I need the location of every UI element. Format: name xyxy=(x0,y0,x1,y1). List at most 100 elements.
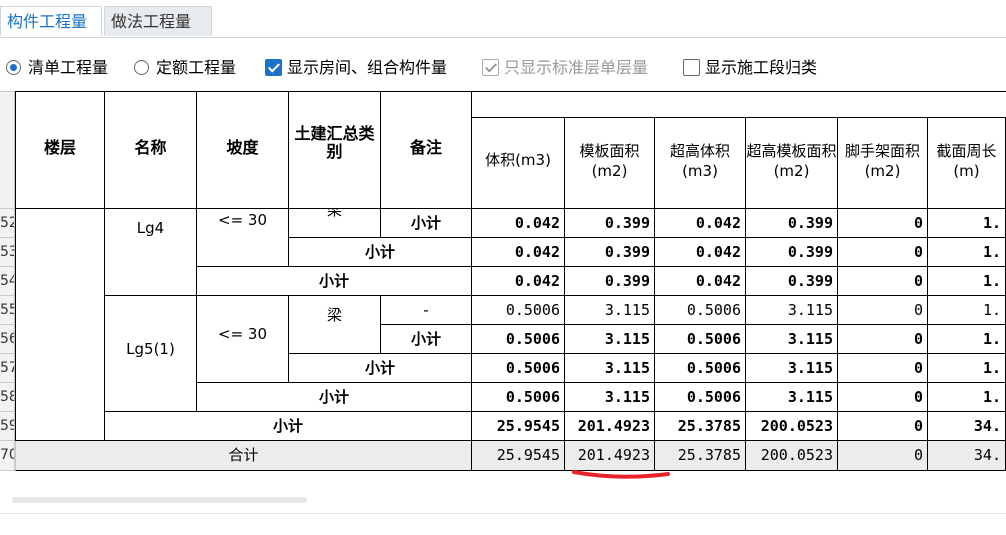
row-number: 59 xyxy=(0,412,15,441)
cell-over-volume: 0.5006 xyxy=(655,296,746,325)
cell-subtotal: 小计 xyxy=(289,354,472,383)
header-category: 土建汇总类别 xyxy=(289,91,381,209)
checkbox-construction-segment[interactable] xyxy=(683,59,700,76)
cell-over-formwork: 0.399 xyxy=(746,267,838,296)
cell-name-lg4: Lg4 xyxy=(105,209,197,296)
cell-volume: 0.042 xyxy=(472,238,565,267)
horizontal-scrollbar[interactable] xyxy=(12,497,307,503)
red-underline-annotation xyxy=(572,470,670,479)
header-floor: 楼层 xyxy=(15,91,105,209)
cell-perimeter: 34. xyxy=(928,441,1006,471)
cell-slope: <= 30 xyxy=(197,296,289,383)
checkbox-standard-floor xyxy=(482,59,499,76)
cell-scaffold: 0 xyxy=(838,383,928,412)
checkbox-standard-floor-label: 只显示标准层单层量 xyxy=(504,58,649,77)
radio-list-quantity-label[interactable]: 清单工程量 xyxy=(28,54,108,82)
cell-remark: 小计 xyxy=(381,325,472,354)
cell-remark: 小计 xyxy=(381,209,472,238)
cell-subtotal: 小计 xyxy=(105,412,472,441)
cell-formwork: 3.115 xyxy=(565,354,655,383)
tab-component-quantity[interactable]: 构件工程量 xyxy=(0,6,102,36)
cell-scaffold: 0 xyxy=(838,296,928,325)
row-number: 55 xyxy=(0,296,15,325)
cell-total-label: 合计 xyxy=(15,441,472,471)
cell-formwork: 0.399 xyxy=(565,209,655,238)
header-over-volume: 超高体积(m3) xyxy=(655,118,746,209)
cell-volume: 0.5006 xyxy=(472,354,565,383)
header-slope: 坡度 xyxy=(197,91,289,209)
cell-perimeter: 1. xyxy=(928,267,1006,296)
checkbox-construction-segment-label[interactable]: 显示施工段归类 xyxy=(705,54,817,82)
cell-over-formwork: 0.399 xyxy=(746,238,838,267)
options-bar: 清单工程量 定额工程量 显示房间、组合构件量 只显示标准层单层量 显示施工段归类 xyxy=(0,54,1006,82)
cell-volume: 0.5006 xyxy=(472,296,565,325)
cell-over-formwork: 3.115 xyxy=(746,325,838,354)
cell-perimeter: 1. xyxy=(928,354,1006,383)
radio-quota-quantity[interactable] xyxy=(134,60,149,75)
cell-volume: 0.5006 xyxy=(472,383,565,412)
cell-formwork: 201.4923 xyxy=(565,412,655,441)
tab-bar: 构件工程量 做法工程量 xyxy=(0,0,1006,38)
header-formwork-area: 模板面积(m2) xyxy=(565,118,655,209)
cell-volume: 0.042 xyxy=(472,267,565,296)
cell-perimeter: 1. xyxy=(928,325,1006,354)
cell-perimeter: 1. xyxy=(928,296,1006,325)
cell-name-lg5: Lg5(1) xyxy=(105,296,197,412)
cell-subtotal: 小计 xyxy=(289,238,472,267)
cell-formwork: 3.115 xyxy=(565,296,655,325)
cell-formwork: 0.399 xyxy=(565,267,655,296)
tab-method-quantity[interactable]: 做法工程量 xyxy=(104,6,212,36)
checkbox-show-room[interactable] xyxy=(265,59,282,76)
cell-scaffold: 0 xyxy=(838,354,928,383)
cell-perimeter: 1. xyxy=(928,238,1006,267)
cell-over-formwork: 200.0523 xyxy=(746,412,838,441)
cell-scaffold: 0 xyxy=(838,209,928,238)
radio-list-quantity[interactable] xyxy=(6,60,21,75)
row-number: 52 xyxy=(0,209,15,238)
header-group-blank xyxy=(472,91,1006,118)
cell-slope: <= 30 xyxy=(197,209,289,267)
cell-over-formwork: 0.399 xyxy=(746,209,838,238)
cell-over-formwork: 200.0523 xyxy=(746,441,838,471)
header-perimeter: 截面周长(m) xyxy=(928,118,1006,209)
cell-scaffold: 0 xyxy=(838,441,928,471)
cell-over-volume: 25.3785 xyxy=(655,412,746,441)
cell-perimeter: 34. xyxy=(928,412,1006,441)
cell-over-formwork: 3.115 xyxy=(746,383,838,412)
header-remark: 备注 xyxy=(381,91,472,209)
header-name: 名称 xyxy=(105,91,197,209)
row-number: 56 xyxy=(0,325,15,354)
cell-volume: 25.9545 xyxy=(472,412,565,441)
row-number: 58 xyxy=(0,383,15,412)
cell-volume: 0.5006 xyxy=(472,325,565,354)
header-scaffold: 脚手架面积(m2) xyxy=(838,118,928,209)
cell-scaffold: 0 xyxy=(838,412,928,441)
cell-scaffold: 0 xyxy=(838,238,928,267)
cell-formwork: 0.399 xyxy=(565,238,655,267)
cell-over-volume: 0.042 xyxy=(655,238,746,267)
cell-perimeter: 1. xyxy=(928,209,1006,238)
cell-scaffold: 0 xyxy=(838,325,928,354)
cell-over-volume: 0.5006 xyxy=(655,383,746,412)
row-number: 57 xyxy=(0,354,15,383)
cell-subtotal: 小计 xyxy=(197,383,472,412)
radio-quota-quantity-label[interactable]: 定额工程量 xyxy=(156,54,236,82)
cell-remark: - xyxy=(381,296,472,325)
row-header-corner xyxy=(0,91,15,209)
checkbox-show-room-label[interactable]: 显示房间、组合构件量 xyxy=(287,54,447,82)
cell-over-formwork: 3.115 xyxy=(746,354,838,383)
cell-scaffold: 0 xyxy=(838,267,928,296)
cell-floor xyxy=(15,209,105,441)
cell-over-volume: 0.042 xyxy=(655,267,746,296)
cell-over-volume: 0.5006 xyxy=(655,354,746,383)
cell-perimeter: 1. xyxy=(928,383,1006,412)
cell-category: 梁 xyxy=(289,209,381,238)
header-volume: 体积(m3) xyxy=(472,118,565,209)
row-number: 54 xyxy=(0,267,15,296)
cell-subtotal: 小计 xyxy=(197,267,472,296)
bottom-divider xyxy=(0,513,1006,514)
cell-category: 梁 xyxy=(289,296,381,354)
cell-volume: 0.042 xyxy=(472,209,565,238)
cell-over-volume: 0.042 xyxy=(655,209,746,238)
header-over-formwork: 超高模板面积(m2) xyxy=(746,118,838,209)
